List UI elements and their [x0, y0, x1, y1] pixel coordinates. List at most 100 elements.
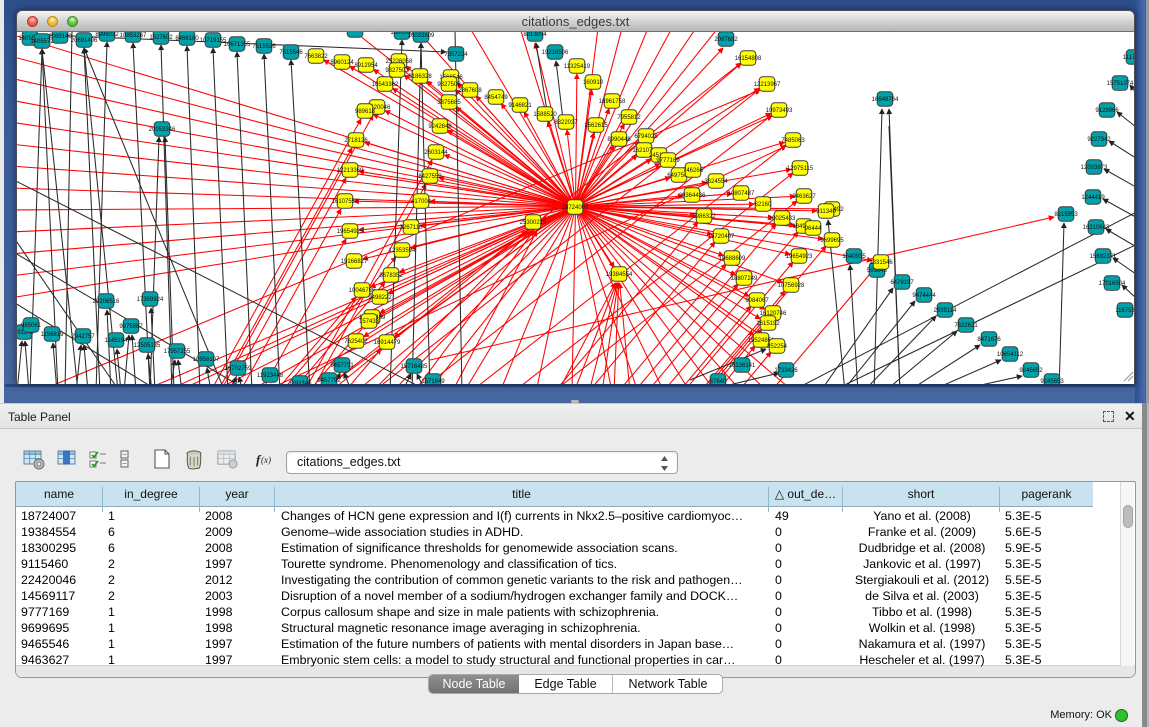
svg-text:8678352: 8678352 — [379, 273, 403, 279]
svg-text:11325419: 11325419 — [564, 64, 591, 70]
svg-text:11923448: 11923448 — [257, 373, 284, 379]
svg-text:1571649: 1571649 — [421, 379, 445, 384]
svg-text:9242848: 9242848 — [428, 124, 452, 130]
svg-text:19654923: 19654923 — [786, 254, 813, 260]
svg-text:10688609: 10688609 — [719, 256, 746, 262]
svg-text:7625402: 7625402 — [344, 339, 368, 345]
svg-text:10671355: 10671355 — [224, 42, 251, 48]
svg-text:7632621: 7632621 — [954, 323, 978, 329]
svg-text:20053346: 20053346 — [149, 127, 176, 133]
svg-text:6794028: 6794028 — [634, 134, 658, 140]
svg-text:252254: 252254 — [767, 344, 788, 350]
svg-text:16782759: 16782759 — [225, 366, 252, 372]
svg-text:9245653: 9245653 — [1040, 379, 1064, 384]
svg-text:9227342: 9227342 — [1087, 137, 1111, 143]
svg-text:12353594: 12353594 — [389, 248, 416, 254]
svg-text:8998332: 8998332 — [95, 32, 119, 38]
svg-text:2867608: 2867608 — [458, 88, 482, 94]
svg-text:9699695: 9699695 — [820, 238, 844, 244]
svg-text:19654925: 19654925 — [337, 229, 364, 235]
svg-text:17016504: 17016504 — [1099, 281, 1126, 287]
svg-text:160910: 160910 — [583, 80, 604, 86]
svg-text:10654112: 10654112 — [997, 352, 1024, 358]
svg-text:9463627: 9463627 — [792, 194, 816, 200]
svg-text:9084067: 9084067 — [745, 298, 769, 304]
svg-text:8471676: 8471676 — [977, 337, 1001, 343]
svg-text:8912954: 8912954 — [354, 63, 378, 69]
svg-text:12213369: 12213369 — [337, 168, 364, 174]
svg-text:19218506: 19218506 — [542, 50, 569, 56]
svg-text:10958107: 10958107 — [193, 357, 220, 363]
svg-text:1733426: 1733426 — [774, 368, 798, 374]
svg-text:6479197: 6479197 — [890, 280, 914, 286]
svg-text:9245652: 9245652 — [1019, 368, 1043, 374]
svg-text:8990448: 8990448 — [607, 137, 631, 143]
svg-text:18724007: 18724007 — [562, 205, 589, 211]
svg-text:16033809: 16033809 — [408, 33, 435, 39]
svg-text:19166827: 19166827 — [341, 259, 368, 265]
svg-text:1244419: 1244419 — [1081, 195, 1105, 201]
svg-text:3875685: 3875685 — [437, 100, 461, 106]
svg-text:746266: 746266 — [683, 168, 704, 174]
svg-text:2718126: 2718126 — [344, 138, 368, 144]
svg-text:17957255: 17957255 — [164, 349, 191, 355]
svg-text:10756928: 10756928 — [778, 283, 805, 289]
svg-text:7955812: 7955812 — [617, 115, 641, 121]
svg-text:16154808: 16154808 — [735, 56, 762, 62]
svg-text:25300215: 25300215 — [520, 220, 547, 226]
svg-text:8960124: 8960124 — [330, 60, 354, 66]
svg-text:8322037: 8322037 — [554, 120, 578, 126]
svg-text:7663822: 7663822 — [304, 54, 328, 60]
svg-text:9457792: 9457792 — [317, 378, 341, 384]
svg-text:17359924: 17359924 — [137, 297, 164, 303]
svg-text:9327503: 9327503 — [385, 68, 409, 74]
svg-text:7357224: 7357224 — [444, 52, 468, 58]
svg-text:8215953: 8215953 — [1054, 212, 1078, 218]
svg-text:12505135: 12505135 — [134, 343, 161, 349]
svg-text:7515526: 7515526 — [252, 44, 276, 50]
svg-text:15751074: 15751074 — [1107, 81, 1134, 87]
svg-text:2942757: 2942757 — [71, 334, 95, 340]
svg-text:19384554: 19384554 — [606, 272, 633, 278]
svg-text:1640935: 1640935 — [842, 254, 866, 260]
svg-text:417004: 417004 — [411, 199, 432, 205]
svg-text:16107552: 16107552 — [332, 199, 359, 205]
svg-text:7986322: 7986322 — [692, 214, 716, 220]
svg-text:16648784: 16648784 — [872, 97, 899, 103]
svg-text:(x): (x) — [261, 455, 271, 465]
svg-text:10973493: 10973493 — [766, 108, 793, 114]
svg-text:12975115: 12975115 — [787, 166, 814, 172]
svg-text:12213967: 12213967 — [754, 82, 781, 88]
svg-text:1145194: 1145194 — [105, 338, 129, 344]
svg-text:911340: 911340 — [816, 209, 836, 215]
svg-text:16136141: 16136141 — [729, 363, 756, 369]
svg-text:2069140: 2069140 — [48, 34, 72, 40]
svg-text:20206516: 20206516 — [93, 299, 120, 305]
svg-text:7515546: 7515546 — [279, 50, 303, 56]
svg-text:10807487: 10807487 — [728, 191, 755, 197]
svg-text:989618: 989618 — [355, 109, 376, 115]
svg-text:1587315: 1587315 — [343, 32, 367, 34]
svg-text:3267110: 3267110 — [400, 225, 424, 231]
svg-text:1117404: 1117404 — [1123, 55, 1134, 61]
svg-text:16961758: 16961758 — [599, 99, 626, 105]
svg-text:1156819: 1156819 — [41, 332, 65, 338]
svg-text:116753: 116753 — [1115, 308, 1134, 314]
svg-text:9474444: 9474444 — [912, 293, 936, 299]
svg-text:9457791: 9457791 — [330, 363, 354, 369]
svg-text:20691406: 20691406 — [71, 38, 98, 44]
svg-text:6466160: 6466160 — [175, 36, 199, 42]
svg-text:16543362: 16543362 — [372, 82, 399, 88]
svg-text:1588520: 1588520 — [533, 112, 557, 118]
svg-text:9975887: 9975887 — [119, 324, 143, 330]
svg-text:9129966: 9129966 — [1095, 108, 1119, 114]
svg-text:1562615: 1562615 — [584, 123, 608, 129]
svg-text:62160: 62160 — [755, 202, 772, 208]
svg-text:2603144: 2603144 — [424, 150, 448, 156]
svg-text:1192345: 1192345 — [289, 381, 313, 384]
svg-text:10853267: 10853267 — [120, 33, 147, 39]
svg-text:2935114: 2935114 — [934, 308, 958, 314]
svg-text:985061: 985061 — [21, 323, 42, 329]
svg-text:157433: 157433 — [359, 319, 380, 325]
svg-text:9146821: 9146821 — [508, 103, 532, 109]
